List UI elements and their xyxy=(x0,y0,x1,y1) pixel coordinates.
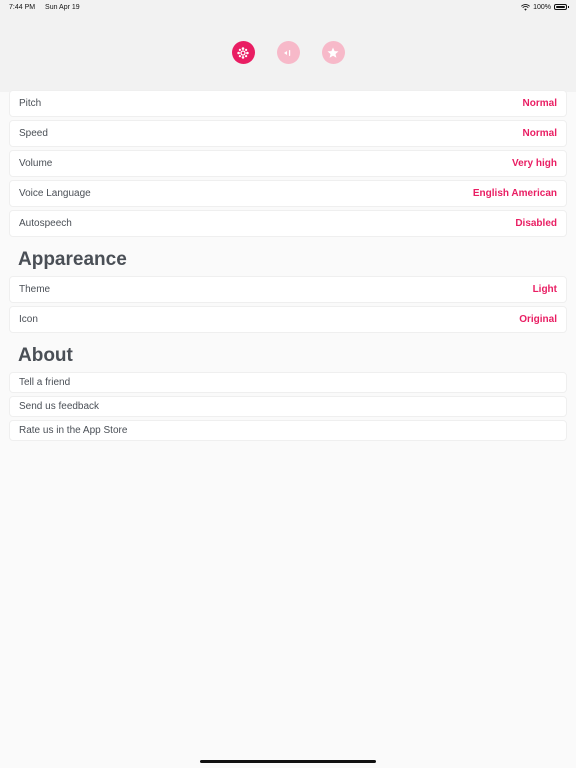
settings-gear-icon xyxy=(237,46,249,59)
about-label: Rate us in the App Store xyxy=(19,425,128,436)
setting-label: Theme xyxy=(19,284,51,295)
setting-value: Normal xyxy=(522,98,557,109)
status-bar: 7:44 PM Sun Apr 19 100% xyxy=(0,0,576,14)
tab-speech[interactable] xyxy=(276,41,300,64)
settings-content: Pitch Normal Speed Normal Volume Very hi… xyxy=(9,90,567,444)
section-title-appearance: Appareance xyxy=(18,249,127,270)
battery-percent: 100% xyxy=(533,3,551,11)
tab-favorites[interactable] xyxy=(321,41,345,64)
setting-label: Icon xyxy=(19,314,38,325)
setting-row-autospeech[interactable]: Autospeech Disabled xyxy=(9,210,567,237)
status-time: 7:44 PM xyxy=(9,3,36,11)
setting-value: Light xyxy=(532,284,557,295)
setting-row-volume[interactable]: Volume Very high xyxy=(9,150,567,177)
setting-value: Disabled xyxy=(515,218,557,229)
home-indicator[interactable] xyxy=(200,760,376,763)
setting-value: Normal xyxy=(522,128,557,139)
setting-label: Autospeech xyxy=(19,218,72,229)
setting-value: Very high xyxy=(511,158,557,169)
setting-label: Pitch xyxy=(19,98,42,109)
about-row-feedback[interactable]: Send us feedback xyxy=(9,396,567,417)
setting-value: Original xyxy=(519,314,557,325)
about-label: Tell a friend xyxy=(19,377,71,388)
setting-row-pitch[interactable]: Pitch Normal xyxy=(9,90,567,117)
star-icon xyxy=(327,47,339,58)
status-right: 100% xyxy=(521,3,569,11)
battery-icon xyxy=(554,4,569,10)
setting-label: Speed xyxy=(19,128,48,139)
status-date: Sun Apr 19 xyxy=(45,3,80,11)
wifi-icon xyxy=(521,3,531,11)
status-left: 7:44 PM Sun Apr 19 xyxy=(9,4,88,11)
setting-row-theme[interactable]: Theme Light xyxy=(9,276,567,303)
about-row-rate[interactable]: Rate us in the App Store xyxy=(9,420,567,441)
header: 7:44 PM Sun Apr 19 100% xyxy=(0,0,576,92)
tab-bar xyxy=(0,41,576,64)
setting-row-speed[interactable]: Speed Normal xyxy=(9,120,567,147)
setting-row-voice-language[interactable]: Voice Language English American xyxy=(9,180,567,207)
tab-settings[interactable] xyxy=(231,41,255,64)
setting-label: Volume xyxy=(19,158,53,169)
about-row-tell-friend[interactable]: Tell a friend xyxy=(9,372,567,393)
about-label: Send us feedback xyxy=(19,401,100,412)
section-title-about: About xyxy=(18,345,73,366)
setting-value: English American xyxy=(472,188,557,199)
setting-row-icon[interactable]: Icon Original xyxy=(9,306,567,333)
setting-label: Voice Language xyxy=(19,188,91,199)
speaker-icon xyxy=(284,49,291,56)
